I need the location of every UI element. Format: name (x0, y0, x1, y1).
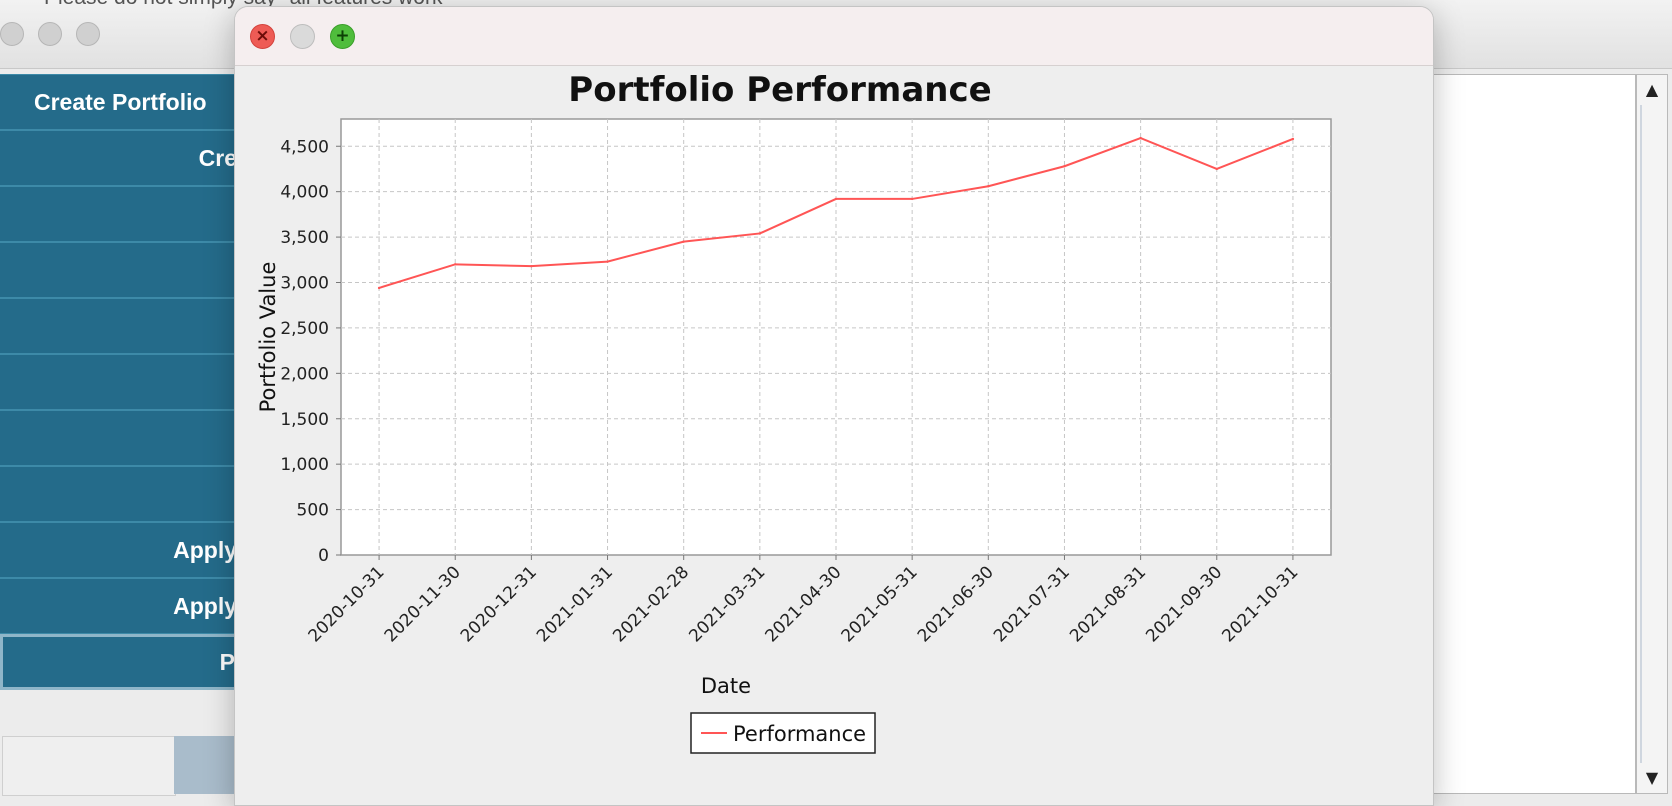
chart-dialog: × + Portfolio Performance 0 500 1,000 1,500 2… (234, 6, 1434, 806)
main-output-scrollbar[interactable]: ▲ ▼ (1636, 74, 1668, 794)
sidebar-button-10[interactable]: Apply (0, 578, 250, 634)
y-tick-label: 0 (318, 546, 329, 566)
x-tick-label: 2021-09-30 (1142, 562, 1226, 646)
chart-dialog-titlebar[interactable]: × + (235, 7, 1433, 66)
main-minimize-button[interactable] (38, 22, 62, 46)
x-tick-label: 2020-12-31 (457, 562, 541, 646)
sidebar-button-4[interactable] (0, 242, 250, 298)
data-point (682, 240, 685, 243)
data-point (987, 185, 990, 188)
main-output-area[interactable] (1430, 74, 1636, 794)
y-tick-label: 500 (297, 501, 329, 521)
x-tick-label: 2021-07-31 (990, 562, 1074, 646)
legend-label: Performance (733, 722, 866, 746)
data-point (910, 197, 914, 201)
sidebar-button-5[interactable] (0, 298, 250, 354)
zoom-icon[interactable]: + (330, 24, 355, 49)
x-axis-label: Date (701, 674, 751, 698)
portfolio-performance-chart: Portfolio Performance 0 500 1,000 1,500 2,000… (256, 70, 1332, 754)
x-tick-label: 2021-03-31 (685, 562, 769, 646)
data-point (758, 232, 762, 235)
data-point (606, 260, 609, 263)
x-tick-label: 2020-10-31 (305, 562, 389, 646)
data-point (530, 264, 533, 268)
y-tick-label: 3,000 (280, 274, 329, 294)
x-tick-label: 2021-01-31 (533, 562, 617, 646)
x-tick-label: 2021-02-28 (609, 562, 693, 646)
chart-title: Portfolio Performance (568, 70, 991, 110)
data-point (377, 286, 381, 290)
x-tick-label: 2020-11-30 (381, 562, 465, 646)
y-tick-label: 2,000 (280, 364, 329, 384)
sidebar-button-8[interactable] (0, 466, 250, 522)
x-tick-label: 2021-10-31 (1218, 562, 1302, 646)
y-tick-label: 2,500 (280, 319, 329, 339)
scroll-up-icon[interactable]: ▲ (1641, 79, 1663, 101)
y-tick-label: 4,000 (280, 183, 329, 203)
main-zoom-button[interactable] (76, 22, 100, 46)
sidebar-button-7[interactable] (0, 410, 250, 466)
sidebar-button-1[interactable]: Create Portfolio (0, 74, 250, 130)
x-tick-label: 2021-05-31 (838, 562, 922, 646)
main-bottom-panel (2, 736, 176, 796)
minimize-icon[interactable] (290, 24, 315, 49)
sidebar-button-11[interactable]: P (0, 634, 250, 690)
scroll-track[interactable] (1640, 105, 1666, 763)
data-point (1063, 165, 1066, 168)
close-icon[interactable]: × (250, 24, 275, 49)
main-close-button[interactable] (0, 22, 24, 46)
y-axis-label: Portfolio Value (256, 262, 280, 413)
sidebar-button-6[interactable] (0, 354, 250, 410)
data-point (834, 197, 838, 201)
sidebar-button-3[interactable] (0, 186, 250, 242)
x-tick-label: 2021-04-30 (762, 562, 846, 646)
x-tick-label: 2021-06-30 (914, 562, 998, 646)
y-tick-label: 4,500 (280, 137, 329, 157)
y-tick-label: 3,500 (280, 228, 329, 248)
sidebar-button-9[interactable]: Apply (0, 522, 250, 578)
data-point (1291, 137, 1295, 141)
data-point (1139, 136, 1142, 140)
data-point (1215, 167, 1218, 171)
y-tick-label: 1,500 (280, 410, 329, 430)
data-point (454, 263, 457, 266)
scroll-down-icon[interactable]: ▼ (1641, 767, 1663, 789)
x-tick-label: 2021-08-31 (1066, 562, 1150, 646)
sidebar-button-2[interactable]: Cre (0, 130, 250, 186)
y-tick-label: 1,000 (280, 455, 329, 475)
